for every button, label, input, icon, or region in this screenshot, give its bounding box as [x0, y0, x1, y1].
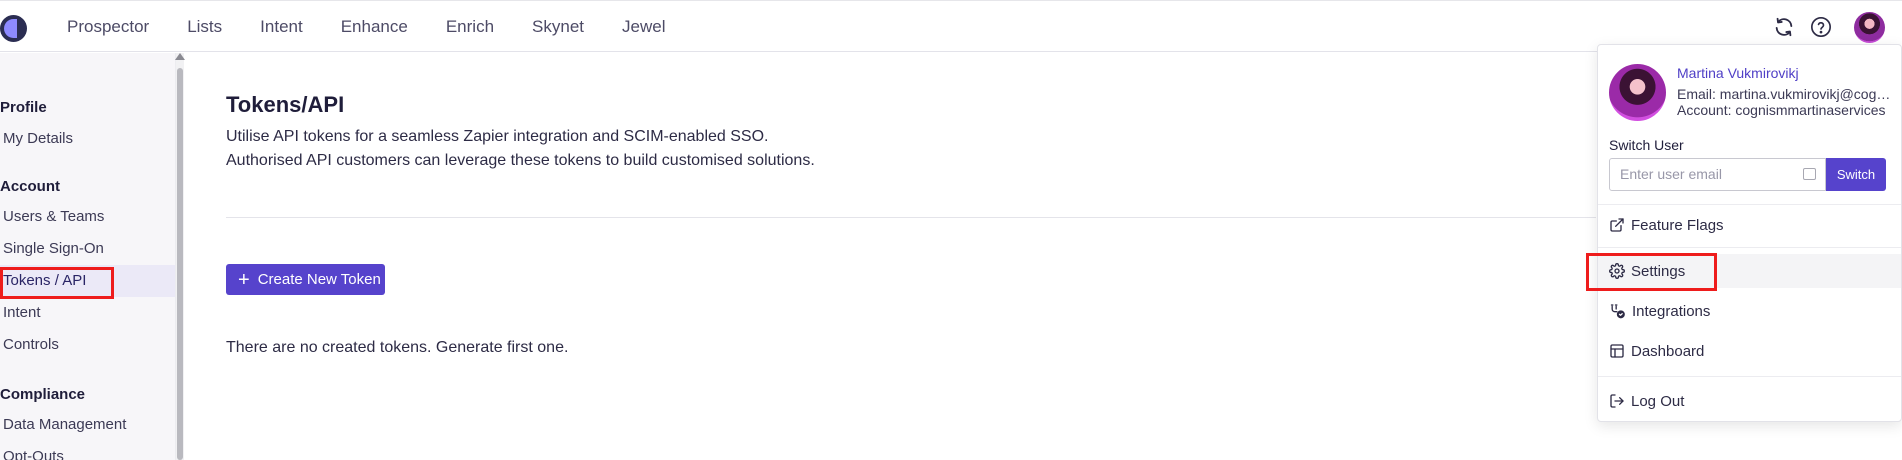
refresh-icon[interactable]	[1773, 16, 1795, 38]
logout-icon	[1610, 394, 1624, 408]
menu-item-label: Integrations	[1632, 302, 1711, 320]
plus-icon: +	[238, 268, 250, 291]
nav-item-prospector[interactable]: Prospector	[67, 17, 149, 37]
sidebar-item-opt-outs[interactable]: Opt-Outs	[0, 441, 175, 460]
sidebar-scrollbar-thumb[interactable]	[177, 68, 183, 460]
create-new-token-label: Create New Token	[257, 271, 381, 288]
plug-icon	[1610, 304, 1625, 319]
menu-item-feature-flags[interactable]: Feature Flags	[1598, 208, 1901, 242]
app-logo[interactable]	[0, 15, 27, 42]
menu-item-label: Settings	[1631, 262, 1686, 280]
nav-item-jewel[interactable]: Jewel	[622, 17, 665, 37]
nav-item-intent[interactable]: Intent	[260, 17, 303, 37]
sidebar-item-users-teams[interactable]: Users & Teams	[0, 201, 175, 233]
switch-user-label: Switch User	[1609, 137, 1684, 153]
switch-user-email-input[interactable]: Enter user email	[1609, 158, 1826, 191]
switch-user-button[interactable]: Switch	[1826, 158, 1886, 191]
sidebar-heading-profile: Profile	[0, 99, 47, 116]
help-icon[interactable]	[1810, 16, 1832, 38]
user-menu-avatar	[1609, 64, 1666, 121]
dashboard-icon	[1610, 344, 1624, 358]
nav-item-skynet[interactable]: Skynet	[532, 17, 584, 37]
settings-sidebar: Profile My Details Account Users & Teams…	[0, 53, 176, 460]
user-email: Email: martina.vukmirovikj@cognism.com	[1677, 86, 1892, 102]
external-link-icon	[1610, 218, 1624, 232]
menu-divider	[1598, 376, 1901, 377]
sidebar-item-my-details[interactable]: My Details	[0, 123, 175, 155]
user-menu-dropdown: Martina Vukmirovikj Email: martina.vukmi…	[1597, 44, 1902, 422]
user-avatar[interactable]	[1854, 12, 1885, 43]
sidebar-item-data-management[interactable]: Data Management	[0, 409, 175, 441]
scroll-up-arrow-icon[interactable]	[175, 53, 185, 60]
page-description-line1: Utilise API tokens for a seamless Zapier…	[226, 128, 769, 145]
user-name[interactable]: Martina Vukmirovikj	[1677, 65, 1799, 81]
page-title: Tokens/API	[226, 92, 345, 117]
menu-item-label: Log Out	[1631, 392, 1685, 410]
menu-item-label: Dashboard	[1631, 342, 1705, 360]
sidebar-item-controls[interactable]: Controls	[0, 329, 175, 361]
gear-icon	[1609, 263, 1625, 279]
menu-item-dashboard[interactable]: Dashboard	[1598, 334, 1901, 368]
main-nav: Prospector Lists Intent Enhance Enrich S…	[67, 1, 703, 53]
create-new-token-button[interactable]: + Create New Token	[226, 264, 385, 295]
nav-item-enhance[interactable]: Enhance	[341, 17, 408, 37]
page-description-line2: Authorised API customers can leverage th…	[226, 152, 815, 169]
sidebar-heading-account: Account	[0, 178, 60, 195]
sidebar-item-intent[interactable]: Intent	[0, 297, 175, 329]
user-account: Account: cognismmartinaservices	[1677, 102, 1886, 118]
menu-item-settings[interactable]: Settings	[1598, 254, 1901, 288]
menu-divider	[1598, 247, 1901, 248]
nav-item-lists[interactable]: Lists	[187, 17, 222, 37]
autofill-icon	[1803, 168, 1816, 180]
section-divider	[226, 217, 1596, 218]
menu-divider	[1598, 204, 1901, 205]
sidebar-heading-compliance: Compliance	[0, 386, 86, 403]
empty-state-message: There are no created tokens. Generate fi…	[226, 339, 569, 356]
menu-item-label: Feature Flags	[1631, 216, 1724, 234]
menu-item-log-out[interactable]: Log Out	[1598, 384, 1901, 418]
menu-item-integrations[interactable]: Integrations	[1598, 294, 1901, 328]
nav-item-enrich[interactable]: Enrich	[446, 17, 494, 37]
sidebar-item-tokens-api[interactable]: Tokens / API	[0, 265, 175, 297]
sidebar-item-single-sign-on[interactable]: Single Sign-On	[0, 233, 175, 265]
